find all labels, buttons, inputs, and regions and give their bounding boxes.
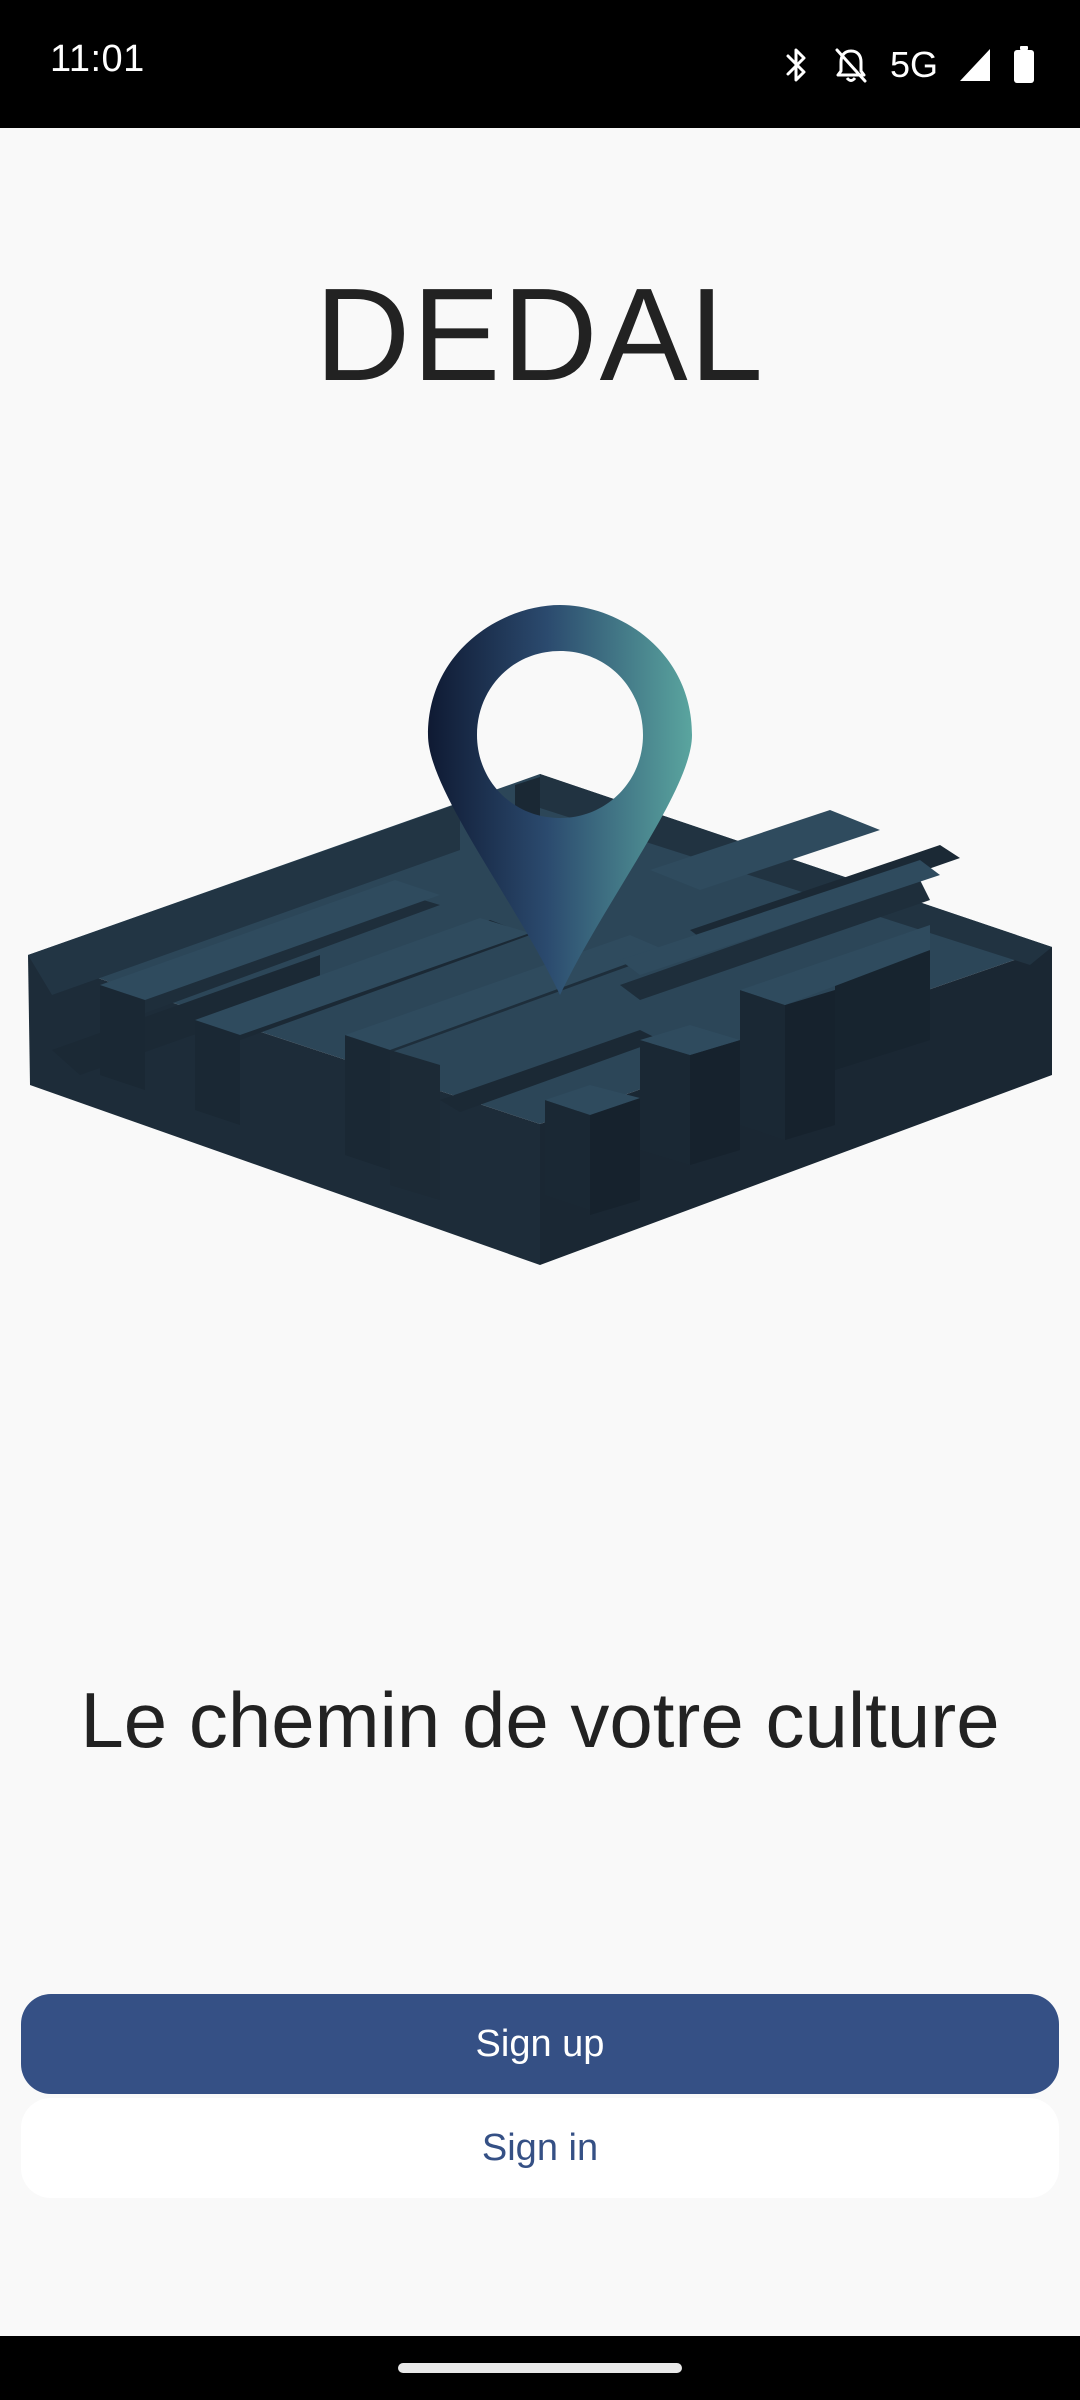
app-title: DEDAL: [314, 261, 766, 408]
sign-up-button[interactable]: Sign up: [21, 1994, 1059, 2094]
status-time: 11:01: [50, 38, 145, 80]
signal-icon: [958, 47, 992, 83]
tagline: Le chemin de votre culture: [80, 1676, 1000, 1764]
status-icons: 5G: [782, 40, 1036, 90]
notifications-off-icon: [832, 45, 870, 85]
bluetooth-icon: [782, 45, 812, 85]
sign-in-button[interactable]: Sign in: [21, 2098, 1059, 2198]
network-type: 5G: [889, 44, 938, 85]
status-bar: 11:01 5G: [0, 0, 1080, 128]
maze-illustration: [28, 605, 1052, 1265]
battery-icon: [1012, 45, 1036, 85]
home-gesture-handle[interactable]: [398, 2363, 682, 2373]
